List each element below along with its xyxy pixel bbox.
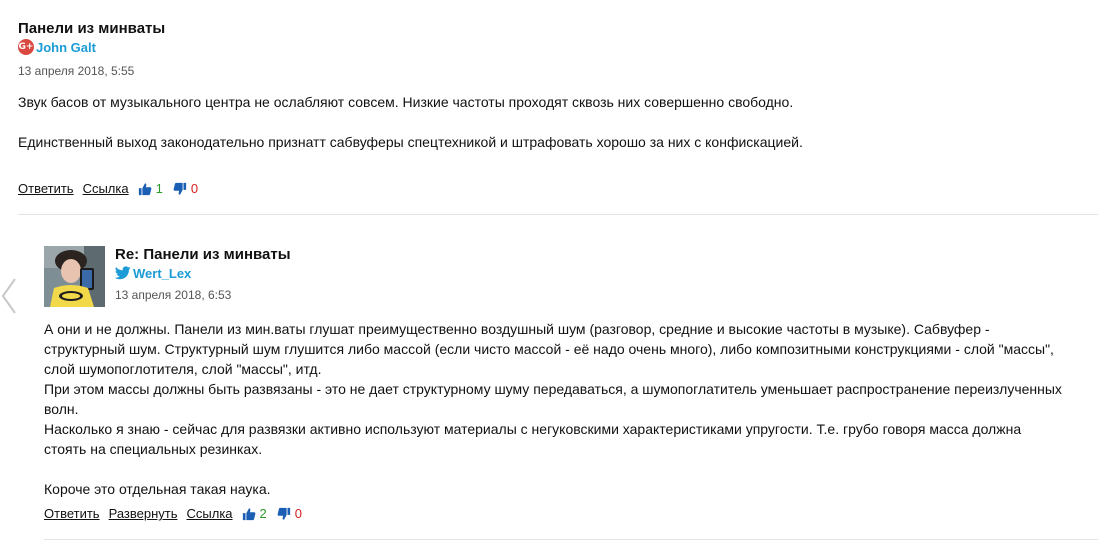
avatar[interactable]	[44, 246, 105, 307]
thumbs-up-icon	[138, 182, 151, 195]
comment-date: 13 апреля 2018, 5:55	[18, 64, 135, 78]
comment-line: структурный шум. Структурный шум глушитс…	[44, 341, 1054, 357]
comment-line: А они и не должны. Панели из мин.ваты гл…	[44, 321, 990, 337]
permalink-link[interactable]: Ссылка	[187, 506, 233, 521]
comment-line: волн.	[44, 401, 79, 417]
thumbs-down-icon	[173, 182, 186, 195]
upvote-button[interactable]: 1	[138, 181, 163, 196]
author-link[interactable]: Wert_Lex	[133, 266, 191, 281]
comment-body: А они и не должны. Панели из мин.ваты гл…	[44, 319, 1094, 499]
comment-line: Короче это отдельная такая наука.	[44, 481, 271, 497]
expand-link[interactable]: Развернуть	[109, 506, 178, 521]
author-link[interactable]: John Galt	[36, 40, 96, 55]
comment-actions: Ответить Ссылка 1 0	[18, 181, 208, 196]
comment-line: Насколько я знаю - сейчас для развязки а…	[44, 421, 1022, 437]
google-plus-icon: G+	[18, 39, 34, 55]
author-row: Wert_Lex	[115, 264, 291, 282]
comment-title: Re: Панели из минваты	[115, 246, 291, 263]
comment-paragraph: Звук басов от музыкального центра не осл…	[18, 94, 794, 110]
comment: Панели из минваты G+ John Galt 13 апреля…	[18, 20, 1098, 196]
upvote-button[interactable]: 2	[242, 506, 267, 521]
downvote-button[interactable]: 0	[173, 181, 198, 196]
comment-divider	[18, 214, 1098, 215]
author-row: G+ John Galt	[18, 38, 1098, 56]
reply-link[interactable]: Ответить	[44, 506, 100, 521]
comment-line: стоять на специальных резинках.	[44, 441, 263, 457]
comment-title: Панели из минваты	[18, 20, 166, 37]
reply-link[interactable]: Ответить	[18, 181, 74, 196]
comment-header: Re: Панели из минваты Wert_Lex 13 апреля…	[115, 246, 291, 302]
permalink-link[interactable]: Ссылка	[83, 181, 129, 196]
comment-divider	[44, 539, 1098, 540]
comment-line: слой шумопоглотителя, слой "массы", итд.	[44, 361, 322, 377]
avatar-image	[44, 246, 105, 307]
upvote-count: 1	[155, 181, 163, 196]
comment-actions: Ответить Развернуть Ссылка 2 0	[44, 506, 312, 521]
chevron-left-icon[interactable]	[0, 276, 20, 316]
downvote-count: 0	[190, 181, 199, 196]
thumbs-down-icon	[277, 507, 290, 520]
comment-line: При этом массы должны быть развязаны - э…	[44, 381, 1062, 397]
thumbs-up-icon	[242, 507, 255, 520]
downvote-button[interactable]: 0	[277, 506, 302, 521]
upvote-count: 2	[259, 506, 267, 521]
downvote-count: 0	[294, 506, 302, 521]
comment-date: 13 апреля 2018, 6:53	[115, 288, 232, 302]
twitter-icon	[115, 266, 131, 280]
comment-paragraph: Единственный выход законодательно призна…	[18, 134, 803, 150]
